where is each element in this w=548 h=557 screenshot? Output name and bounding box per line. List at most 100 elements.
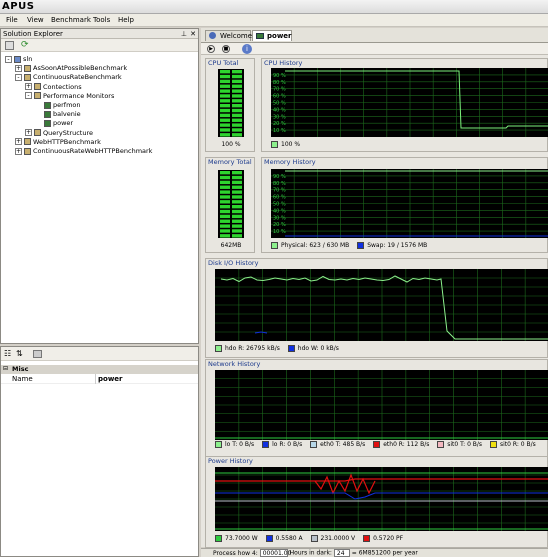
tree-item-label: QueryStructure xyxy=(43,128,93,137)
gauge-cell xyxy=(220,219,230,223)
tab-power[interactable]: power xyxy=(252,30,292,41)
tick-label: 50 % xyxy=(273,202,286,208)
legend-swatch xyxy=(271,141,278,148)
tree-item[interactable]: + WebHTTPBenchmark xyxy=(15,138,101,146)
collapse-icon[interactable]: - xyxy=(15,73,22,81)
gauge-cell xyxy=(232,190,242,194)
tree-item-label: sln xyxy=(23,55,33,63)
tick-label: 10 % xyxy=(273,229,286,235)
disk-history-panel: Disk I/O History hdo R: 26795 kB/s hdo W… xyxy=(205,258,548,358)
tree-item[interactable]: - sln xyxy=(5,55,32,63)
tree-item[interactable]: + QueryStructure xyxy=(25,129,93,137)
disk-history-legend: hdo R: 26795 kB/s hdo W: 0 kB/s xyxy=(215,345,345,352)
network-history-legend: lo T: 0 B/s lo R: 0 B/s eth0 T: 485 B/s … xyxy=(215,441,542,448)
gauge-cell xyxy=(232,108,242,113)
network-history-plot xyxy=(215,370,548,440)
cpu-total-panel: CPU Total 100 % xyxy=(205,58,255,152)
property-row-name[interactable]: Name power xyxy=(1,374,198,384)
stop-icon[interactable]: ■ xyxy=(222,45,230,53)
hours-input[interactable]: 24 xyxy=(333,549,350,557)
monitor-toolbar: ▶ ■ i xyxy=(201,43,548,55)
alphabetical-icon[interactable]: ⇅ xyxy=(16,349,23,358)
gauge-cell xyxy=(220,180,230,185)
categorized-icon[interactable]: ☷ xyxy=(4,349,11,358)
pin-icon[interactable]: ⊥ xyxy=(181,29,187,39)
gauge-cell xyxy=(220,104,230,108)
gauge-cell xyxy=(220,108,230,113)
legend-disk-read: hdo R: 26795 kB/s xyxy=(215,345,280,352)
tick-label: 20 % xyxy=(273,121,286,127)
property-value: power xyxy=(98,375,123,383)
tab-welcome[interactable]: Welcome xyxy=(205,30,252,41)
memory-history-panel: Memory History 90 % 80 % 70 % 60 % 50 % 40 % 3… xyxy=(261,157,548,253)
gauge-cell xyxy=(232,209,242,214)
properties-panel: ☷ ⇅ ⊟ Misc Name power xyxy=(0,346,199,557)
disk-read-line xyxy=(220,275,548,340)
menu-file[interactable]: File xyxy=(6,16,18,24)
network-history-chart xyxy=(215,370,548,440)
monitor-icon xyxy=(44,101,51,109)
menu-tools[interactable]: Tools xyxy=(93,16,110,24)
category-misc[interactable]: ⊟ Misc xyxy=(1,365,198,374)
tick-label: 60 % xyxy=(273,94,286,100)
property-pages-icon[interactable] xyxy=(33,350,42,358)
tree-item-label: ContinuousRateWebHTTPBenchmark xyxy=(33,147,153,155)
tick-label: 70 % xyxy=(273,87,286,93)
amps-line xyxy=(215,492,548,500)
tree-item[interactable]: perfmon xyxy=(35,101,81,109)
gauge-cell xyxy=(232,128,242,132)
info-icon[interactable]: i xyxy=(242,44,252,54)
legend-eth0-r: eth0 R: 112 B/s xyxy=(373,441,429,448)
disk-history-title: Disk I/O History xyxy=(208,259,259,267)
legend-eth0-t: eth0 T: 485 B/s xyxy=(310,441,365,448)
gauge-cell xyxy=(220,229,230,233)
legend-sit0-r: sit0 R: 0 B/s xyxy=(489,441,536,448)
collapse-icon[interactable]: ⊟ xyxy=(3,365,8,372)
tree-item-label: WebHTTPBenchmark xyxy=(33,137,101,146)
tree-item[interactable]: power xyxy=(35,119,73,127)
collapse-icon[interactable]: - xyxy=(25,92,32,100)
memory-total-bars xyxy=(220,171,242,238)
gauge-cell xyxy=(220,123,230,127)
tree-item[interactable]: balvenie xyxy=(35,110,81,118)
tree-item[interactable]: - Performance Monitors xyxy=(25,92,114,100)
menu-help[interactable]: Help xyxy=(118,16,134,24)
gauge-cell xyxy=(220,175,230,180)
legend-lo-t: lo T: 0 B/s xyxy=(215,441,254,448)
solution-tree: - sln + AsSoonAtPossibleBenchmark - Continuou… xyxy=(1,52,198,332)
expand-icon[interactable]: + xyxy=(25,129,32,137)
folder-icon xyxy=(34,92,41,100)
close-icon[interactable]: ✕ xyxy=(190,29,196,39)
tree-item[interactable]: + Contections xyxy=(25,83,82,91)
menu-view[interactable]: View xyxy=(27,16,44,24)
gauge-cell xyxy=(232,84,242,88)
play-icon[interactable]: ▶ xyxy=(207,45,215,53)
menu-benchmark[interactable]: Benchmark xyxy=(51,16,91,24)
gauge-cell xyxy=(232,70,242,74)
explorer-toolbar: ⟳ xyxy=(1,39,198,52)
power-history-panel: Power History 73.7000 W 0.5580 A 231.000… xyxy=(205,456,548,548)
legend-physical: Physical: 623 / 630 MB xyxy=(271,242,349,249)
cpu-history-legend: 100 % xyxy=(271,141,300,148)
tick-label: 90 % xyxy=(273,174,286,180)
status-label: Process how 4: xyxy=(213,549,258,557)
gauge-cell xyxy=(232,219,242,223)
expand-icon[interactable]: + xyxy=(15,138,22,146)
gauge-cell xyxy=(220,84,230,88)
tick-label: 90 % xyxy=(273,73,286,79)
disk-history-chart xyxy=(215,269,548,341)
tick-label: 10 % xyxy=(273,128,286,134)
tree-item[interactable]: - ContinuousRateBenchmark xyxy=(15,73,122,81)
tree-item[interactable]: + AsSoonAtPossibleBenchmark xyxy=(15,64,127,72)
tree-item-label: AsSoonAtPossibleBenchmark xyxy=(33,64,128,73)
tick-label: 80 % xyxy=(273,80,286,86)
tree-item[interactable]: + ContinuousRateWebHTTPBenchmark xyxy=(15,147,152,155)
gauge-cell xyxy=(232,133,242,137)
price-input[interactable]: 00001.00 xyxy=(259,549,291,557)
collapse-icon[interactable]: - xyxy=(5,55,12,63)
refresh-icon[interactable]: ⟳ xyxy=(21,40,29,50)
expand-icon[interactable]: + xyxy=(25,83,32,91)
expand-icon[interactable]: + xyxy=(15,147,22,155)
properties-icon[interactable] xyxy=(5,41,14,50)
expand-icon[interactable]: + xyxy=(15,64,22,72)
